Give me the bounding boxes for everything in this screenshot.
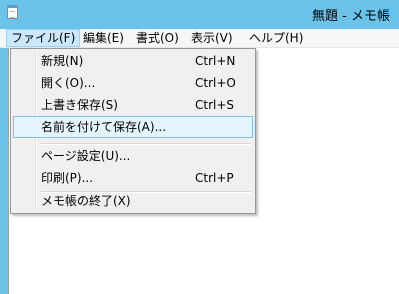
- menu-item-label: 印刷(P)...: [41, 171, 94, 185]
- menu-item-page-setup[interactable]: ページ設定(U)...: [13, 145, 253, 167]
- menu-help[interactable]: ヘルプ(H): [244, 29, 308, 47]
- menu-item-label: ページ設定(U)...: [41, 149, 131, 163]
- window-title: 無題 - メモ帳: [312, 9, 390, 24]
- menu-item-label: 名前を付けて保存(A)...: [41, 120, 167, 134]
- menu-item-save-as[interactable]: 名前を付けて保存(A)...: [13, 116, 253, 138]
- menu-item-label: メモ帳の終了(X): [41, 194, 131, 208]
- menu-format[interactable]: 書式(O): [131, 29, 184, 47]
- menu-bar: ファイル(F) 編集(E) 書式(O) 表示(V) ヘルプ(H): [0, 29, 399, 48]
- menu-item-new[interactable]: 新規(N) Ctrl+N: [13, 50, 253, 72]
- menu-item-shortcut: Ctrl+O: [195, 76, 236, 90]
- menu-edit[interactable]: 編集(E): [78, 29, 129, 47]
- file-menu-dropdown: 新規(N) Ctrl+N 開く(O)... Ctrl+O 上書き保存(S) Ct…: [10, 48, 256, 214]
- notepad-icon[interactable]: [7, 5, 18, 19]
- menu-item-label: 新規(N): [41, 54, 84, 68]
- menu-view[interactable]: 表示(V): [186, 29, 238, 47]
- menu-item-print[interactable]: 印刷(P)... Ctrl+P: [13, 167, 253, 189]
- menu-item-shortcut: Ctrl+N: [195, 54, 236, 68]
- menu-item-label: 開く(O)...: [41, 76, 96, 90]
- menu-file[interactable]: ファイル(F): [6, 29, 81, 47]
- menu-item-exit[interactable]: メモ帳の終了(X): [13, 190, 253, 212]
- menu-item-shortcut: Ctrl+S: [195, 98, 235, 112]
- menu-item-save[interactable]: 上書き保存(S) Ctrl+S: [13, 94, 253, 116]
- title-bar[interactable]: 無題 - メモ帳: [0, 0, 399, 27]
- menu-item-open[interactable]: 開く(O)... Ctrl+O: [13, 72, 253, 94]
- notepad-window: 無題 - メモ帳 ファイル(F) 編集(E) 書式(O) 表示(V) ヘルプ(H…: [0, 0, 399, 294]
- menu-item-shortcut: Ctrl+P: [195, 171, 234, 185]
- menu-item-label: 上書き保存(S): [41, 98, 118, 112]
